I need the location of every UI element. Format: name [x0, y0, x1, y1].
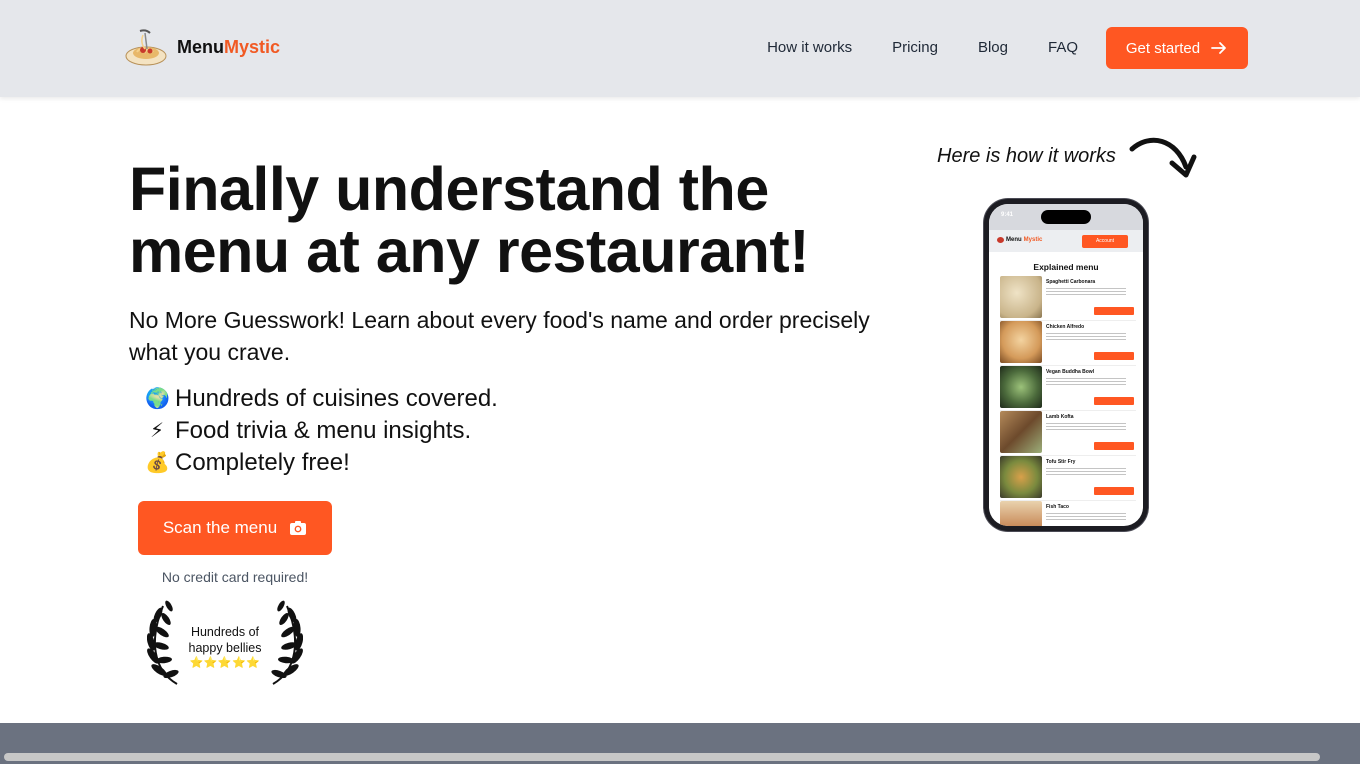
app-menu-item: Chicken Alfredo: [1000, 321, 1136, 366]
site-header: MenuMystic How it works Pricing Blog FAQ…: [0, 0, 1360, 97]
horizontal-scrollbar[interactable]: [4, 753, 1320, 761]
happy-bellies-badge: Hundreds of happy bellies ⭐⭐⭐⭐⭐: [147, 600, 303, 686]
phone-mockup: 9:41 Menu Mystic Account Explained menu S…: [984, 199, 1148, 531]
hero-subtitle: No More Guesswork! Learn about every foo…: [129, 307, 870, 365]
feature-item: 💰 Completely free!: [145, 447, 498, 479]
app-menu-item: Lamb Kofta: [1000, 411, 1136, 456]
brand-name: MenuMystic: [177, 36, 281, 57]
scan-menu-button[interactable]: Scan the menu: [138, 501, 332, 555]
badge-text: Hundreds of happy bellies: [188, 625, 262, 655]
food-image: [1000, 411, 1042, 453]
phone-time: 9:41: [1001, 212, 1014, 218]
food-image: [1000, 321, 1042, 363]
main-nav: How it works Pricing Blog FAQ Get starte…: [767, 27, 1248, 69]
app-menu-item: Tofu Stir Fry: [1000, 456, 1136, 501]
food-image: [1000, 366, 1042, 408]
no-credit-card-note: No credit card required!: [161, 569, 309, 585]
app-menu-item: Spaghetti Carbonara: [1000, 276, 1136, 321]
dynamic-island: [1041, 210, 1091, 224]
nav-link-faq[interactable]: FAQ: [1048, 27, 1078, 69]
get-started-button[interactable]: Get started: [1106, 27, 1248, 69]
food-image: [1000, 501, 1042, 526]
app-account-button: Account: [1082, 235, 1128, 248]
app-menu-list: Spaghetti Carbonara Chicken Alfredo Vega…: [1000, 276, 1136, 526]
app-menu-item: Fish Taco: [1000, 501, 1136, 526]
scan-menu-label: Scan the menu: [162, 518, 278, 537]
curved-arrow-icon: [1129, 137, 1197, 178]
badge-stars: ⭐⭐⭐⭐⭐: [189, 657, 261, 669]
app-menu-item: Vegan Buddha Bowl: [1000, 366, 1136, 411]
arrow-right-icon: [1211, 42, 1226, 54]
phone-screen: 9:41 Menu Mystic Account Explained menu S…: [989, 204, 1143, 526]
app-screen-title: Explained menu: [1033, 262, 1099, 272]
hero-title: Finally understand the menu at any resta…: [129, 155, 810, 285]
how-it-works-label: Here is how it works: [937, 145, 1116, 167]
nav-link-pricing[interactable]: Pricing: [892, 27, 938, 69]
spaghetti-bowl-icon: [125, 29, 167, 66]
food-image: [1000, 456, 1042, 498]
globe-icon: 🌍: [145, 388, 170, 410]
feature-item: 🌍 Hundreds of cuisines covered.: [145, 383, 498, 415]
landing-page: MenuMystic How it works Pricing Blog FAQ…: [0, 0, 1360, 764]
lightning-icon: ⚡: [149, 420, 165, 442]
feature-item: ⚡ Food trivia & menu insights.: [145, 415, 498, 447]
nav-link-blog[interactable]: Blog: [978, 27, 1008, 69]
brand-logo[interactable]: MenuMystic: [123, 27, 280, 67]
app-header: Menu Mystic Account: [989, 230, 1143, 252]
camera-icon: [290, 521, 307, 535]
feature-list: 🌍 Hundreds of cuisines covered. ⚡ Food tri…: [145, 383, 498, 479]
nav-link-how-it-works[interactable]: How it works: [767, 27, 852, 69]
app-logo-icon: [997, 237, 1004, 243]
money-bag-icon: 💰: [145, 452, 170, 474]
food-image: [1000, 276, 1042, 318]
get-started-label: Get started: [1125, 39, 1201, 57]
app-logo: Menu Mystic: [997, 237, 1042, 243]
